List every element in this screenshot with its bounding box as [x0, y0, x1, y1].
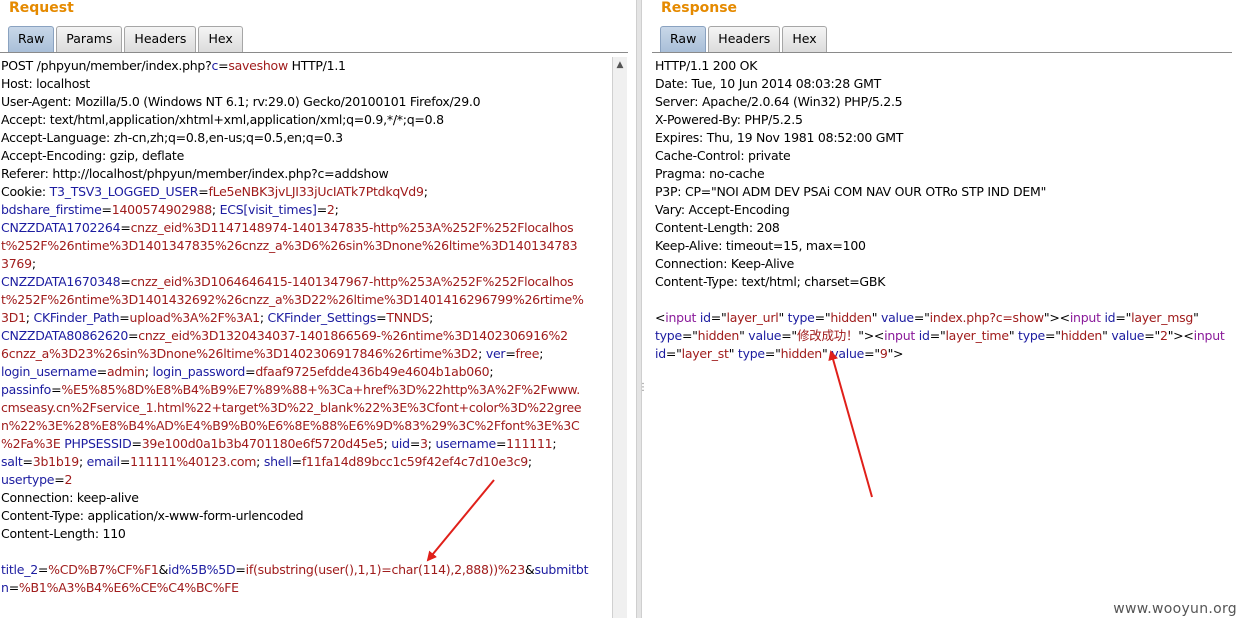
response-arrow: [828, 350, 873, 498]
request-arrow: [426, 479, 495, 562]
wooyun-watermark: www.wooyun.org: [1113, 601, 1237, 617]
annotation-arrows: [426, 350, 873, 562]
